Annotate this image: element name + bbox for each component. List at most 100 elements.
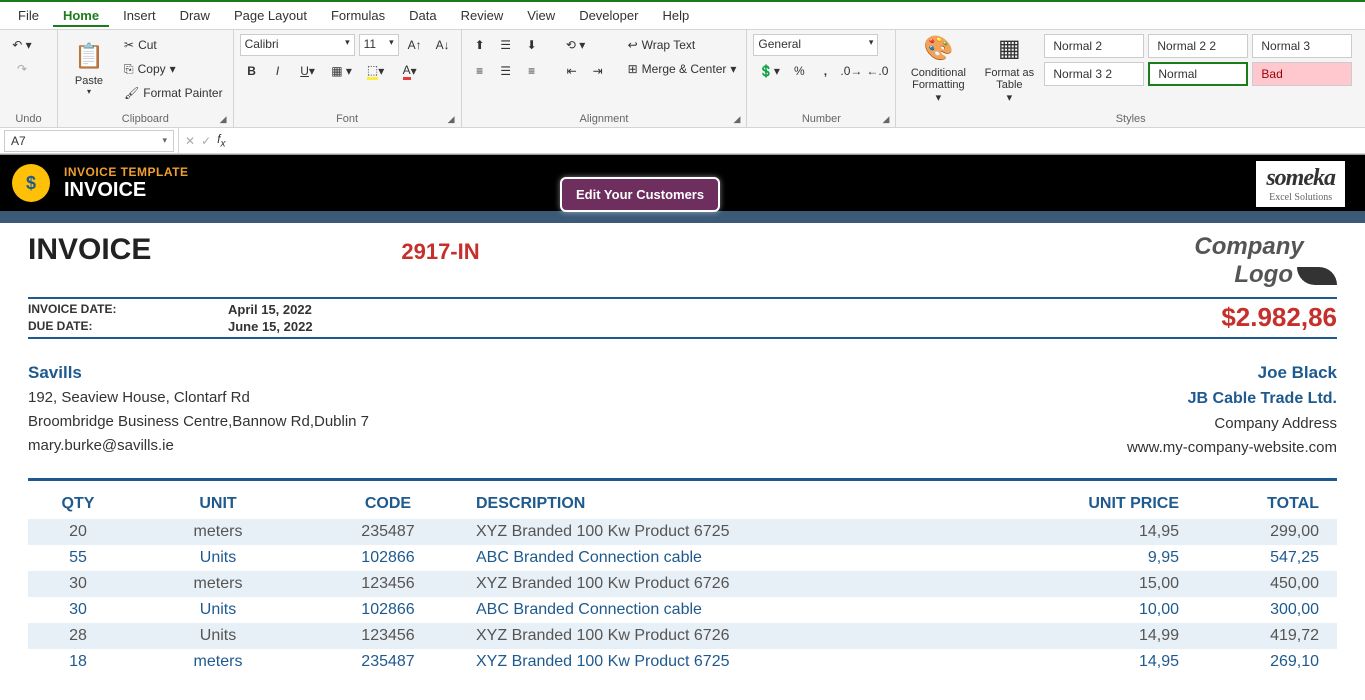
align-right-icon[interactable]: ≡ bbox=[520, 60, 544, 82]
cell-price[interactable]: 9,95 bbox=[1047, 545, 1187, 571]
italic-button[interactable]: I bbox=[266, 60, 290, 82]
cell-price[interactable]: 14,99 bbox=[1047, 623, 1187, 649]
menu-view[interactable]: View bbox=[517, 5, 565, 26]
menu-file[interactable]: File bbox=[8, 5, 49, 26]
style-normal-2[interactable]: Normal 2 bbox=[1044, 34, 1144, 58]
invoice-date-label: INVOICE DATE: bbox=[28, 302, 228, 317]
cell-total[interactable]: 269,10 bbox=[1187, 649, 1337, 675]
cell-code[interactable]: 102866 bbox=[308, 545, 468, 571]
format-painter-button[interactable]: 🖌Format Painter bbox=[120, 82, 227, 104]
menu-data[interactable]: Data bbox=[399, 5, 446, 26]
cell-code[interactable]: 235487 bbox=[308, 519, 468, 545]
style-bad[interactable]: Bad bbox=[1252, 62, 1352, 86]
borders-button[interactable]: ▦ ▾ bbox=[326, 60, 358, 82]
edit-customers-button[interactable]: Edit Your Customers bbox=[560, 177, 720, 212]
merge-center-button[interactable]: ⊞Merge & Center ▾ bbox=[624, 58, 741, 80]
undo-button[interactable]: ↶ ▾ bbox=[6, 34, 38, 56]
cell-unit[interactable]: Units bbox=[128, 597, 308, 623]
accounting-format-button[interactable]: 💲▾ bbox=[753, 60, 785, 82]
style-normal[interactable]: Normal bbox=[1148, 62, 1248, 86]
font-name-select[interactable]: Calibri ▾ bbox=[240, 34, 355, 56]
menu-draw[interactable]: Draw bbox=[170, 5, 220, 26]
align-center-icon[interactable]: ☰ bbox=[494, 60, 518, 82]
cell-qty[interactable]: 18 bbox=[28, 649, 128, 675]
style-normal-2-2[interactable]: Normal 2 2 bbox=[1148, 34, 1248, 58]
cell-qty[interactable]: 55 bbox=[28, 545, 128, 571]
clipboard-launcher-icon[interactable]: ◢ bbox=[220, 114, 227, 125]
cell-total[interactable]: 300,00 bbox=[1187, 597, 1337, 623]
cell-unit[interactable]: Units bbox=[128, 623, 308, 649]
cell-total[interactable]: 547,25 bbox=[1187, 545, 1337, 571]
increase-decimal-icon[interactable]: .0→ bbox=[839, 60, 863, 82]
increase-indent-icon[interactable]: ⇥ bbox=[586, 60, 610, 82]
cell-qty[interactable]: 30 bbox=[28, 571, 128, 597]
cell-unit[interactable]: meters bbox=[128, 519, 308, 545]
align-top-icon[interactable]: ⬆ bbox=[468, 34, 492, 56]
cell-desc[interactable]: ABC Branded Connection cable bbox=[468, 545, 1047, 571]
sheet-area[interactable]: $ INVOICE TEMPLATE INVOICE Edit Your Cus… bbox=[0, 154, 1365, 700]
font-size-select[interactable]: 11 ▾ bbox=[359, 34, 399, 56]
menu-developer[interactable]: Developer bbox=[569, 5, 648, 26]
alignment-launcher-icon[interactable]: ◢ bbox=[733, 114, 740, 125]
decrease-indent-icon[interactable]: ⇤ bbox=[560, 60, 584, 82]
cell-price[interactable]: 10,00 bbox=[1047, 597, 1187, 623]
cell-price[interactable]: 14,95 bbox=[1047, 519, 1187, 545]
name-box[interactable]: A7▾ bbox=[4, 130, 174, 152]
align-middle-icon[interactable]: ☰ bbox=[494, 34, 518, 56]
menu-page-layout[interactable]: Page Layout bbox=[224, 5, 317, 26]
align-bottom-icon[interactable]: ⬇ bbox=[520, 34, 544, 56]
formula-input[interactable] bbox=[231, 130, 1365, 152]
increase-font-icon[interactable]: A↑ bbox=[403, 34, 427, 56]
style-normal-3-2[interactable]: Normal 3 2 bbox=[1044, 62, 1144, 86]
cell-desc[interactable]: XYZ Branded 100 Kw Product 6725 bbox=[468, 649, 1047, 675]
cell-unit[interactable]: Units bbox=[128, 545, 308, 571]
cell-desc[interactable]: XYZ Branded 100 Kw Product 6726 bbox=[468, 571, 1047, 597]
cut-button[interactable]: ✂Cut bbox=[120, 34, 227, 56]
cell-price[interactable]: 14,95 bbox=[1047, 649, 1187, 675]
cell-code[interactable]: 235487 bbox=[308, 649, 468, 675]
cell-qty[interactable]: 30 bbox=[28, 597, 128, 623]
bold-button[interactable]: B bbox=[240, 60, 264, 82]
wrap-text-button[interactable]: ↩Wrap Text bbox=[624, 34, 741, 56]
align-left-icon[interactable]: ≡ bbox=[468, 60, 492, 82]
cell-desc[interactable]: ABC Branded Connection cable bbox=[468, 597, 1047, 623]
orientation-button[interactable]: ⟲ ▾ bbox=[560, 34, 592, 56]
conditional-formatting-button[interactable]: 🎨 Conditional Formatting ▾ bbox=[902, 34, 974, 104]
cancel-formula-icon[interactable]: ✕ bbox=[185, 134, 195, 148]
font-color-button[interactable]: A ▾ bbox=[394, 60, 426, 82]
cell-unit[interactable]: meters bbox=[128, 571, 308, 597]
cell-price[interactable]: 15,00 bbox=[1047, 571, 1187, 597]
cell-total[interactable]: 419,72 bbox=[1187, 623, 1337, 649]
cell-desc[interactable]: XYZ Branded 100 Kw Product 6725 bbox=[468, 519, 1047, 545]
number-format-select[interactable]: General ▾ bbox=[753, 34, 878, 56]
cell-code[interactable]: 123456 bbox=[308, 571, 468, 597]
fx-icon[interactable]: fx bbox=[217, 132, 225, 149]
cell-qty[interactable]: 20 bbox=[28, 519, 128, 545]
format-as-table-button[interactable]: ▦ Format as Table ▾ bbox=[978, 34, 1040, 104]
font-launcher-icon[interactable]: ◢ bbox=[448, 114, 455, 125]
decrease-font-icon[interactable]: A↓ bbox=[431, 34, 455, 56]
cell-code[interactable]: 123456 bbox=[308, 623, 468, 649]
decrease-decimal-icon[interactable]: ←.0 bbox=[865, 60, 889, 82]
cell-desc[interactable]: XYZ Branded 100 Kw Product 6726 bbox=[468, 623, 1047, 649]
cell-total[interactable]: 299,00 bbox=[1187, 519, 1337, 545]
number-launcher-icon[interactable]: ◢ bbox=[882, 114, 889, 125]
paste-button[interactable]: 📋 Paste ▾ bbox=[64, 34, 114, 104]
cell-total[interactable]: 450,00 bbox=[1187, 571, 1337, 597]
underline-button[interactable]: U ▾ bbox=[292, 60, 324, 82]
fill-color-button[interactable]: ⬚ ▾ bbox=[360, 60, 392, 82]
menu-help[interactable]: Help bbox=[652, 5, 699, 26]
cell-code[interactable]: 102866 bbox=[308, 597, 468, 623]
cell-qty[interactable]: 28 bbox=[28, 623, 128, 649]
menu-review[interactable]: Review bbox=[451, 5, 514, 26]
redo-button[interactable]: ↷ bbox=[6, 58, 38, 80]
percent-button[interactable]: % bbox=[787, 60, 811, 82]
menu-formulas[interactable]: Formulas bbox=[321, 5, 395, 26]
comma-button[interactable]: , bbox=[813, 60, 837, 82]
menu-insert[interactable]: Insert bbox=[113, 5, 166, 26]
style-normal-3[interactable]: Normal 3 bbox=[1252, 34, 1352, 58]
cell-unit[interactable]: meters bbox=[128, 649, 308, 675]
copy-button[interactable]: ⎘Copy ▾ bbox=[120, 58, 227, 80]
menu-home[interactable]: Home bbox=[53, 5, 109, 27]
enter-formula-icon[interactable]: ✓ bbox=[201, 134, 211, 148]
